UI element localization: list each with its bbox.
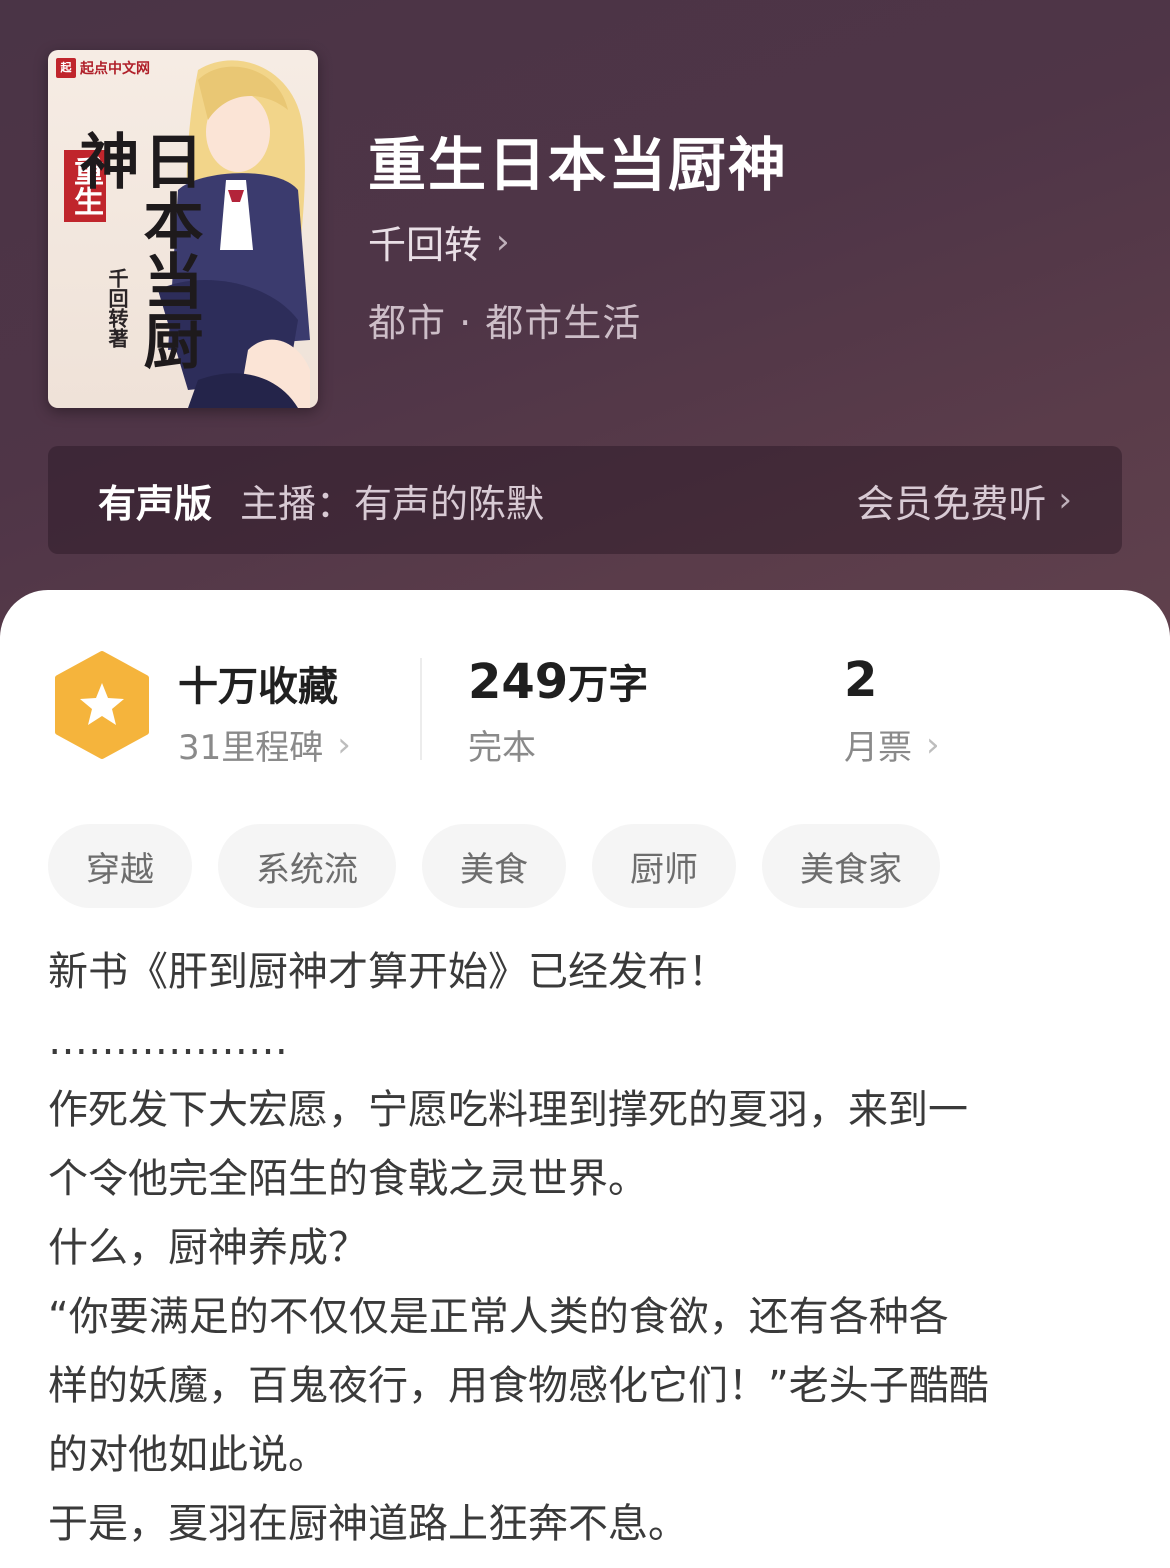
chevron-right-icon: › bbox=[337, 724, 351, 765]
cover-title: 日本当厨神 bbox=[69, 130, 203, 370]
audio-cta-label: 会员免费听 bbox=[856, 481, 1047, 526]
description-line: 样的妖魔，百鬼夜行，用食物感化它们！”老头子酷酷 bbox=[48, 1363, 989, 1409]
cover-seal: 起 bbox=[56, 58, 76, 78]
cover-brand-text: 起点中文网 bbox=[80, 61, 150, 77]
tag-chip[interactable]: 美食 bbox=[422, 824, 566, 908]
cover-author: 千回转著 bbox=[105, 268, 129, 348]
chevron-right-icon: › bbox=[1058, 480, 1072, 520]
monthly-votes-label: 月票 bbox=[844, 728, 912, 768]
book-description[interactable]: 新书《肝到厨神才算开始》已经发布！ ……………… 作死发下大宏愿，宁愿吃料理到撑… bbox=[48, 938, 1128, 1559]
monthly-votes-link[interactable]: 月票 › bbox=[844, 720, 940, 769]
stats-divider bbox=[420, 658, 422, 760]
book-header: 起 起点中文网 重生 日本当厨神 千回转著 重生日本当厨神 千回转 › 都市 ·… bbox=[0, 0, 1170, 660]
word-count-unit: 万字 bbox=[568, 662, 649, 708]
audio-host: 主播：有声的陈默 bbox=[240, 481, 545, 526]
description-line: “你要满足的不仅仅是正常人类的食欲，还有各种各 bbox=[48, 1294, 949, 1340]
description-line: 作死发下大宏愿，宁愿吃料理到撑死的夏羽，来到一 bbox=[48, 1087, 968, 1133]
book-cover[interactable]: 起 起点中文网 重生 日本当厨神 千回转著 bbox=[48, 50, 318, 408]
cover-brand: 起 起点中文网 bbox=[56, 58, 150, 78]
tag-chip[interactable]: 系统流 bbox=[218, 824, 396, 908]
description-line: 个令他完全陌生的食戟之灵世界。 bbox=[48, 1156, 648, 1202]
author-name: 千回转 bbox=[368, 223, 483, 267]
word-count: 249万字 bbox=[468, 652, 648, 710]
book-genre: 都市 · 都市生活 bbox=[368, 301, 642, 345]
book-detail-sheet: 十万收藏 31里程碑 › 249万字 完本 2 月票 › 穿越 系统流 美食 厨… bbox=[0, 590, 1170, 1568]
chevron-right-icon: › bbox=[496, 221, 510, 262]
completion-status: 完本 bbox=[468, 728, 536, 768]
audio-listen-button[interactable]: 会员免费听 › bbox=[856, 473, 1072, 528]
audio-edition-bar[interactable]: 有声版 主播：有声的陈默 会员免费听 › bbox=[48, 446, 1122, 554]
tag-chip[interactable]: 美食家 bbox=[762, 824, 940, 908]
star-badge-icon bbox=[55, 651, 149, 759]
tag-chip[interactable]: 厨师 bbox=[592, 824, 736, 908]
chevron-right-icon: › bbox=[926, 724, 940, 765]
word-count-number: 249 bbox=[468, 654, 569, 710]
book-title: 重生日本当厨神 bbox=[368, 131, 789, 199]
author-link[interactable]: 千回转 › bbox=[368, 214, 510, 269]
audio-tag: 有声版 bbox=[98, 481, 213, 526]
milestone-link[interactable]: 31里程碑 › bbox=[178, 720, 351, 769]
collection-count: 十万收藏 bbox=[178, 664, 338, 710]
description-line: 于是，夏羽在厨神道路上狂奔不息。 bbox=[48, 1501, 688, 1547]
book-stats: 十万收藏 31里程碑 › 249万字 完本 2 月票 › bbox=[0, 650, 1170, 770]
description-line: 什么，厨神养成？ bbox=[48, 1225, 368, 1271]
description-line: ……………… bbox=[48, 1018, 288, 1064]
monthly-votes-count: 2 bbox=[844, 652, 878, 708]
milestone-label: 31里程碑 bbox=[178, 728, 324, 768]
tag-chip[interactable]: 穿越 bbox=[48, 824, 192, 908]
tag-list: 穿越 系统流 美食 厨师 美食家 bbox=[48, 824, 940, 908]
description-line: 新书《肝到厨神才算开始》已经发布！ bbox=[48, 949, 728, 995]
description-line: 的对他如此说。 bbox=[48, 1432, 328, 1478]
